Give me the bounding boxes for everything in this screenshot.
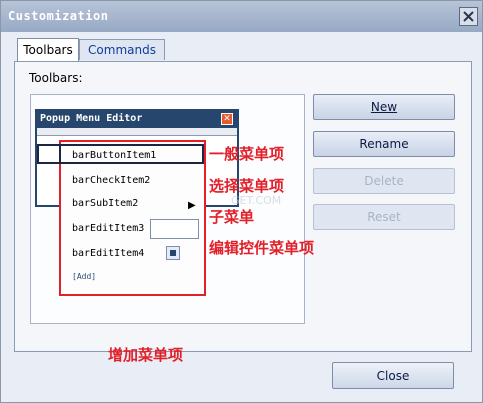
new-button[interactable]: New — [313, 94, 455, 120]
add-menu-item-link[interactable]: [Add] — [72, 272, 96, 281]
menu-item-button[interactable]: barButtonItem1 — [72, 150, 156, 161]
square-icon — [170, 250, 176, 256]
customization-window: Customization Toolbars Commands Toolbars… — [0, 0, 483, 403]
new-button-label: New — [370, 100, 398, 114]
reset-button-label: Reset — [367, 210, 401, 224]
titlebar: Customization — [1, 1, 482, 32]
annotation-submenu: 子菜单 — [209, 208, 255, 226]
watermark: GET.COM — [231, 194, 282, 207]
close-button-label: Close — [376, 368, 410, 383]
rename-button[interactable]: Rename — [313, 131, 455, 157]
delete-button[interactable]: Delete — [313, 168, 455, 194]
annotation-general-item: 一般菜单项 — [209, 145, 285, 163]
reset-button[interactable]: Reset — [313, 204, 455, 230]
tab-commands[interactable]: Commands — [79, 39, 165, 60]
annotation-check-item: 选择菜单项 — [209, 177, 285, 195]
toolbars-label: Toolbars: — [29, 71, 83, 85]
window-title: Customization — [8, 9, 109, 23]
annotation-edit-item: 编辑控件菜单项 — [209, 239, 315, 257]
menu-item-edit4[interactable]: barEditItem4 — [72, 248, 144, 259]
tab-toolbars[interactable]: Toolbars — [17, 38, 79, 61]
close-button[interactable]: Close — [332, 362, 454, 389]
popup-titlebar: Popup Menu Editor ✕ — [37, 111, 237, 128]
popup-title: Popup Menu Editor — [40, 113, 143, 124]
annotation-add-item: 增加菜单项 — [108, 346, 184, 364]
window-close-button[interactable] — [459, 7, 478, 26]
rename-button-label: Rename — [359, 137, 409, 151]
edit-item-textbox[interactable] — [150, 219, 199, 239]
popup-close-icon[interactable]: ✕ — [221, 113, 233, 125]
popup-strip — [37, 128, 237, 136]
menu-item-sub[interactable]: barSubItem2 — [72, 198, 138, 209]
selected-item-margin — [37, 144, 60, 164]
menu-item-check[interactable]: barCheckItem2 — [72, 175, 150, 186]
delete-button-label: Delete — [364, 174, 404, 188]
submenu-arrow-icon: ▶ — [188, 200, 196, 211]
close-icon — [463, 11, 474, 22]
edit-item-button[interactable] — [166, 246, 180, 260]
menu-item-edit3[interactable]: barEditItem3 — [72, 223, 144, 234]
